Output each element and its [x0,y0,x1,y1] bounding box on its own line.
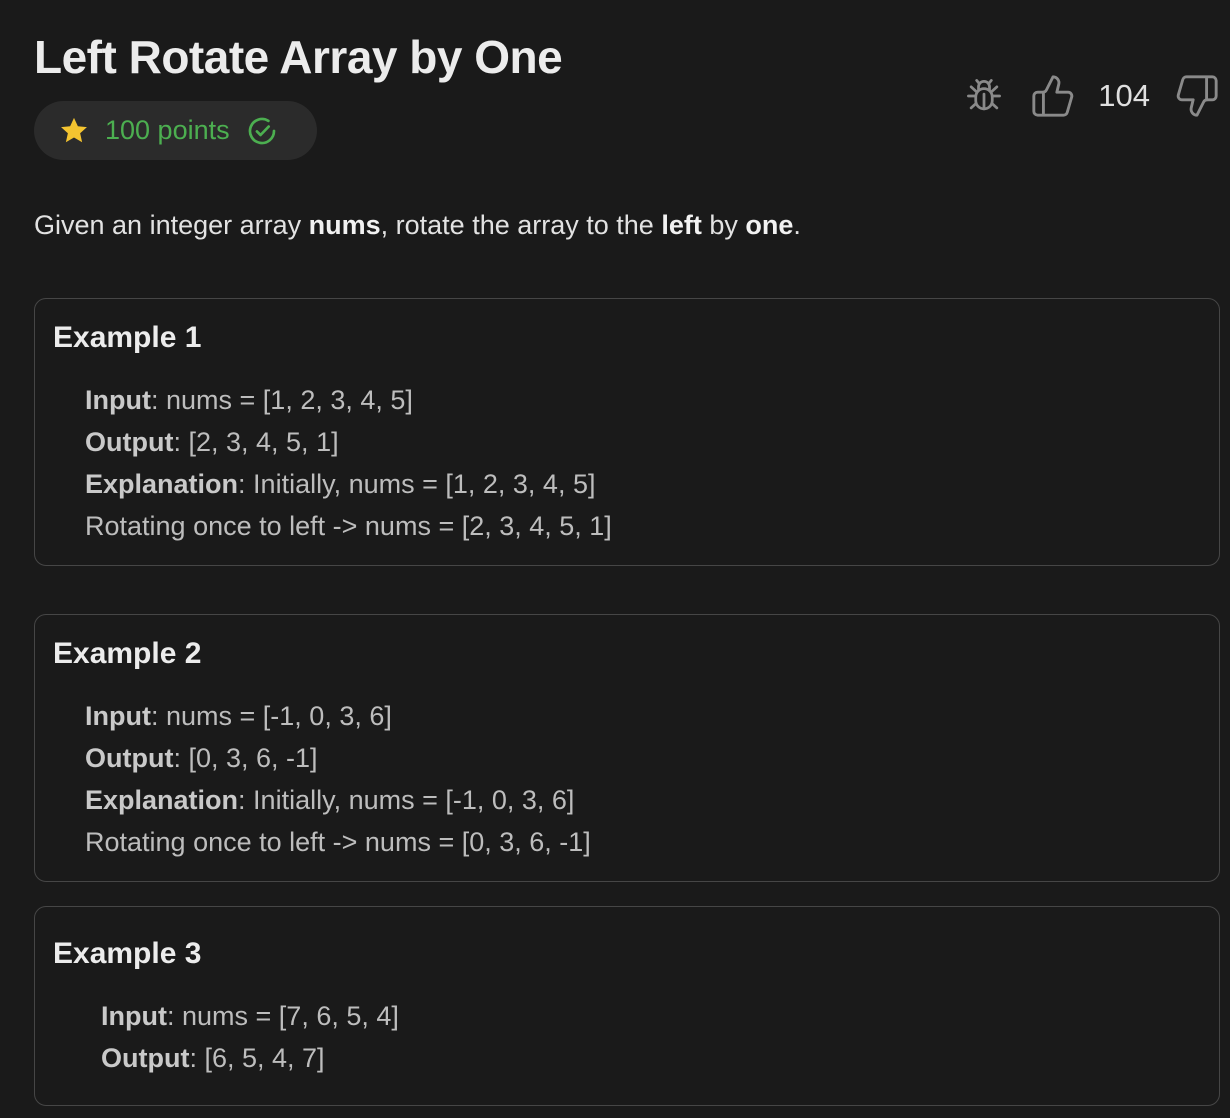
example-title: Example 1 [53,321,202,354]
thumbs-down-icon[interactable] [1174,73,1220,119]
term-left: left [661,210,702,240]
star-icon [58,115,90,147]
check-circle-icon [246,115,278,147]
thumbs-up-icon[interactable] [1030,73,1076,119]
example-card-2: Example 2 Input: nums = [-1, 0, 3, 6] Ou… [34,614,1220,882]
example-output: Output: [6, 5, 4, 7] [101,1043,325,1073]
example-explanation: Explanation: Initially, nums = [1, 2, 3,… [85,469,596,499]
term-one: one [745,210,794,240]
example-body: Input: nums = [1, 2, 3, 4, 5] Output: [2… [85,379,612,547]
points-label: 100 points [105,115,230,145]
example-output: Output: [0, 3, 6, -1] [85,743,318,773]
example-card-3: Example 3 Input: nums = [7, 6, 5, 4] Out… [34,906,1220,1106]
points-badge: 100 points [34,101,317,160]
example-body: Input: nums = [-1, 0, 3, 6] Output: [0, … [85,695,591,863]
page-title: Left Rotate Array by One [34,31,563,83]
example-output: Output: [2, 3, 4, 5, 1] [85,427,339,457]
example-title: Example 2 [53,637,202,670]
example-explanation-continued: Rotating once to left -> nums = [2, 3, 4… [85,511,612,541]
example-explanation-continued: Rotating once to left -> nums = [0, 3, 6… [85,827,591,857]
example-title: Example 3 [53,937,202,970]
like-count: 104 [1098,78,1150,113]
term-nums: nums [308,210,381,240]
example-input: Input: nums = [7, 6, 5, 4] [101,1001,399,1031]
problem-page: Left Rotate Array by One 100 points 104 … [0,0,1230,1118]
problem-description: Given an integer array nums, rotate the … [34,210,801,240]
example-input: Input: nums = [1, 2, 3, 4, 5] [85,385,413,415]
feedback-actions: 104 [962,68,1220,124]
example-input: Input: nums = [-1, 0, 3, 6] [85,701,392,731]
example-body: Input: nums = [7, 6, 5, 4] Output: [6, 5… [101,995,399,1079]
example-explanation: Explanation: Initially, nums = [-1, 0, 3… [85,785,575,815]
bug-icon[interactable] [962,74,1006,118]
example-card-1: Example 1 Input: nums = [1, 2, 3, 4, 5] … [34,298,1220,566]
